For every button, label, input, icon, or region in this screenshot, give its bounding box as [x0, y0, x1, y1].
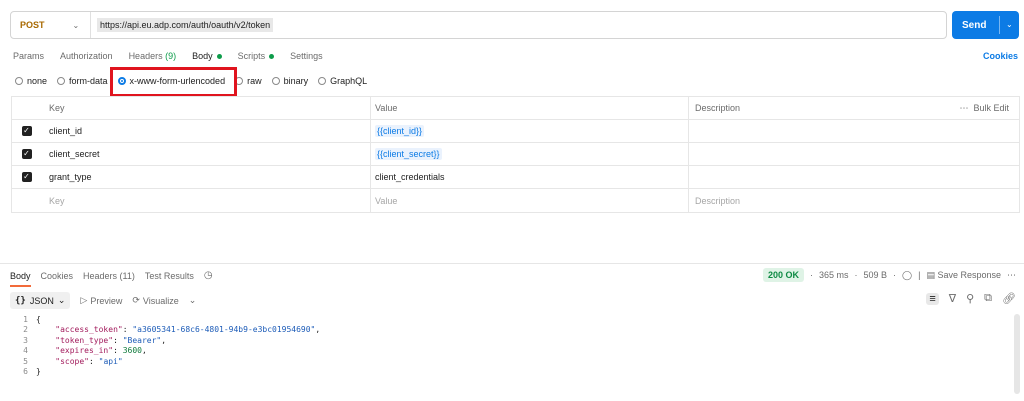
history-icon[interactable]: ◷ — [204, 270, 213, 281]
url-input[interactable] — [97, 18, 273, 32]
send-divider — [999, 16, 1000, 34]
table-header-row: Key Value Description ⋯ Bulk Edit — [12, 97, 1019, 120]
radio-raw[interactable]: raw — [235, 76, 262, 86]
tab-headers[interactable]: Headers (9) — [129, 51, 177, 61]
param-value[interactable]: {{client_secret}} — [375, 148, 442, 160]
visualize-button[interactable]: ⟳ Visualize — [132, 295, 178, 306]
more-options-icon[interactable]: ⋯ — [1007, 270, 1016, 281]
code-line: 5 "scope": "api" — [23, 356, 123, 366]
format-selector[interactable]: {} JSON ⌄ — [10, 292, 71, 309]
row-checkbox[interactable]: ✓ — [21, 149, 32, 159]
response-tab-test-results[interactable]: Test Results — [145, 271, 194, 281]
params-table: Key Value Description ⋯ Bulk Edit ✓ clie… — [11, 96, 1020, 213]
tab-settings[interactable]: Settings — [290, 51, 323, 61]
bulk-edit-button[interactable]: ⋯ Bulk Edit — [959, 103, 1009, 114]
send-label: Send — [962, 19, 987, 31]
radio-form-data[interactable]: form-data — [57, 76, 108, 86]
status-badge[interactable]: 200 OK — [762, 268, 804, 282]
chevron-down-icon[interactable]: ⌄ — [189, 295, 197, 306]
radio-circle — [15, 77, 23, 85]
cookies-link[interactable]: Cookies — [983, 51, 1018, 61]
visualize-icon: ⟳ — [132, 295, 140, 305]
chevron-down-icon: ⌄ — [57, 295, 66, 305]
chevron-down-icon: ⌄ — [72, 20, 80, 30]
link-icon[interactable]: 🔗︎ — [1002, 292, 1016, 305]
url-bar: POST ⌄ — [10, 11, 947, 39]
highlight-annotation-box — [110, 67, 237, 97]
response-tabs: Body Cookies Headers (11) Test Results ◷ — [10, 270, 213, 287]
response-right-tools: ≡ ∇ ⚲ ⧉ 🔗︎ — [926, 292, 1016, 305]
radio-circle — [271, 77, 280, 85]
code-line: 2 "access_token": "a3605341-68c6-4801-94… — [23, 325, 321, 335]
response-size[interactable]: 509 B — [863, 270, 887, 280]
radio-none[interactable]: none — [15, 76, 47, 86]
row-checkbox[interactable]: ✓ — [21, 172, 32, 182]
param-key[interactable]: client_secret — [41, 143, 371, 165]
column-header-description: Description — [695, 103, 741, 113]
row-checkbox[interactable]: ✓ — [21, 126, 32, 136]
radio-circle — [318, 77, 327, 85]
body-indicator-dot — [216, 54, 222, 60]
param-key[interactable]: client_id — [41, 120, 371, 142]
code-line: 4 "expires_in": 3600, — [23, 346, 147, 356]
response-status: 200 OK · 365 ms · 509 B · ◯ | ▤ Save Res… — [762, 268, 1016, 282]
param-value[interactable]: {{client_id}} — [375, 125, 425, 137]
new-description-input[interactable]: Description — [689, 189, 1019, 212]
param-description[interactable] — [689, 120, 1019, 142]
radio-binary[interactable]: binary — [271, 76, 308, 86]
response-body-code[interactable]: 1{ 2 "access_token": "a3605341-68c6-4801… — [10, 314, 1013, 394]
new-value-input[interactable]: Value — [371, 189, 689, 212]
param-key[interactable]: grant_type — [41, 166, 371, 188]
play-icon: ▷ — [80, 295, 88, 305]
response-tab-headers[interactable]: Headers (11) — [83, 271, 135, 281]
response-toolbar: {} JSON ⌄ ▷ Preview ⟳ Visualize ⌄ — [10, 292, 196, 309]
vertical-scrollbar[interactable] — [1014, 314, 1020, 394]
chevron-down-icon[interactable]: ⌄ — [1006, 20, 1013, 29]
filter-icon[interactable]: ∇ — [949, 292, 956, 305]
tab-body[interactable]: Body — [192, 51, 222, 61]
param-description[interactable] — [689, 143, 1019, 165]
wrap-lines-icon[interactable]: ≡ — [926, 292, 939, 305]
new-key-input[interactable]: Key — [41, 189, 371, 212]
send-button[interactable]: Send ⌄ — [952, 11, 1019, 39]
radio-circle — [57, 77, 66, 85]
braces-icon: {} — [15, 295, 26, 306]
param-description[interactable] — [689, 166, 1019, 188]
column-header-key: Key — [41, 97, 371, 119]
table-row: ✓ client_id {{client_id}} — [12, 120, 1019, 143]
code-line: 3 "token_type": "Bearer", — [23, 335, 167, 345]
table-row-empty: Key Value Description — [12, 189, 1019, 212]
scripts-indicator-dot — [269, 54, 275, 60]
request-tabs: Params Authorization Headers (9) Body Sc… — [13, 51, 323, 61]
tab-params[interactable]: Params — [13, 51, 44, 61]
table-row: ✓ grant_type client_credentials — [12, 166, 1019, 189]
method-label: POST — [20, 20, 45, 30]
headers-count: (9) — [165, 51, 177, 61]
response-tab-cookies[interactable]: Cookies — [41, 271, 74, 281]
copy-icon[interactable]: ⧉ — [984, 292, 992, 305]
table-row: ✓ client_secret {{client_secret}} — [12, 143, 1019, 166]
response-tab-body[interactable]: Body — [10, 271, 31, 287]
network-icon[interactable]: ◯ — [902, 270, 912, 281]
save-response-button[interactable]: ▤ Save Response — [926, 270, 1001, 281]
code-line: 6} — [23, 367, 41, 377]
method-selector[interactable]: POST ⌄ — [11, 12, 91, 38]
tab-scripts[interactable]: Scripts — [238, 51, 275, 61]
column-header-value: Value — [371, 97, 689, 119]
radio-graphql[interactable]: GraphQL — [318, 76, 367, 86]
preview-button[interactable]: ▷ Preview — [80, 295, 122, 306]
code-line: 1{ — [23, 314, 41, 324]
tab-authorization[interactable]: Authorization — [60, 51, 113, 61]
param-value[interactable]: client_credentials — [371, 166, 689, 188]
response-time[interactable]: 365 ms — [819, 270, 849, 280]
response-divider — [0, 263, 1024, 264]
search-icon[interactable]: ⚲ — [966, 292, 974, 305]
